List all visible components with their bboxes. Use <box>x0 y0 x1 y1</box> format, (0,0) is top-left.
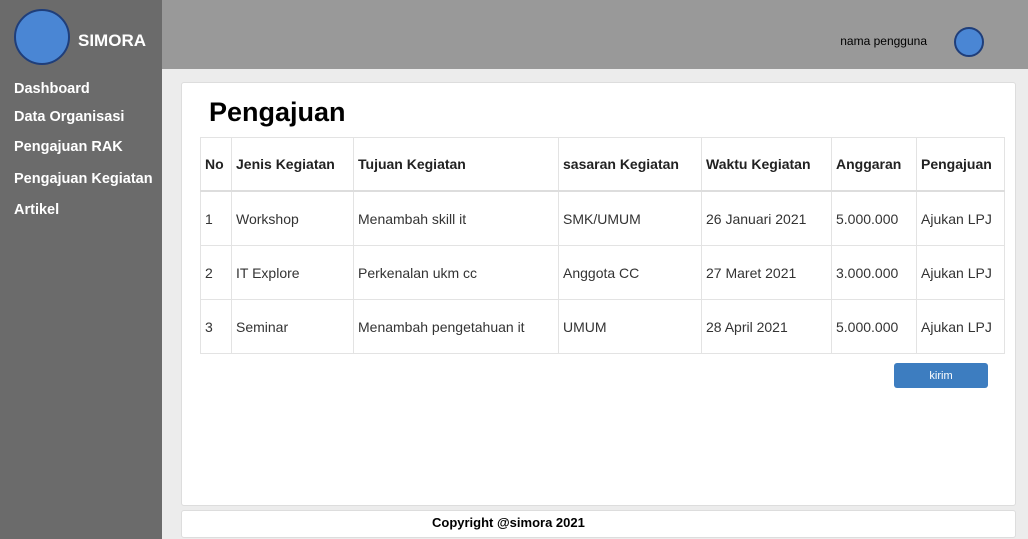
sidebar-item-dashboard[interactable]: Dashboard <box>14 81 90 97</box>
sidebar-item-artikel[interactable]: Artikel <box>14 202 59 218</box>
sidebar-item-data-organisasi[interactable]: Data Organisasi <box>14 109 124 125</box>
cell-tujuan-kegiatan: Menambah skill it <box>353 190 559 246</box>
column-header-waktu-kegiatan: Waktu Kegiatan <box>701 137 832 192</box>
page-title: Pengajuan <box>209 97 346 127</box>
table-row: 3 Seminar Menambah pengetahuan it UMUM 2… <box>200 299 1005 354</box>
table-row: 1 Workshop Menambah skill it SMK/UMUM 26… <box>200 190 1005 246</box>
copyright-text: Copyright @simora 2021 <box>432 515 585 530</box>
app-brand: SIMORA <box>78 31 146 50</box>
column-header-tujuan-kegiatan: Tujuan Kegiatan <box>353 137 559 192</box>
cell-sasaran-kegiatan: Anggota CC <box>558 245 702 300</box>
column-header-anggaran: Anggaran <box>831 137 917 192</box>
cell-tujuan-kegiatan: Perkenalan ukm cc <box>353 245 559 300</box>
logo <box>14 9 70 65</box>
user-name[interactable]: nama pengguna <box>840 34 927 48</box>
cell-pengajuan-link[interactable]: Ajukan LPJ <box>916 299 1005 354</box>
cell-no: 1 <box>200 190 232 246</box>
column-header-jenis-kegiatan: Jenis Kegiatan <box>231 137 354 192</box>
cell-tujuan-kegiatan: Menambah pengetahuan it <box>353 299 559 354</box>
cell-waktu-kegiatan: 28 April 2021 <box>701 299 832 354</box>
sidebar-item-pengajuan-rak[interactable]: Pengajuan RAK <box>14 139 123 155</box>
cell-pengajuan-link[interactable]: Ajukan LPJ <box>916 245 1005 300</box>
cell-jenis-kegiatan: Seminar <box>231 299 354 354</box>
cell-anggaran: 5.000.000 <box>831 190 917 246</box>
cell-no: 3 <box>200 299 232 354</box>
cell-no: 2 <box>200 245 232 300</box>
sidebar: SIMORA Dashboard Data Organisasi Pengaju… <box>0 0 162 539</box>
submit-button[interactable]: kirim <box>894 363 988 388</box>
sidebar-item-pengajuan-kegiatan[interactable]: Pengajuan Kegiatan <box>14 171 153 187</box>
cell-sasaran-kegiatan: SMK/UMUM <box>558 190 702 246</box>
footer: Copyright @simora 2021 <box>181 510 1016 538</box>
cell-pengajuan-link[interactable]: Ajukan LPJ <box>916 190 1005 246</box>
column-header-sasaran-kegiatan: sasaran Kegiatan <box>558 137 702 192</box>
cell-sasaran-kegiatan: UMUM <box>558 299 702 354</box>
table-header-row: No Jenis Kegiatan Tujuan Kegiatan sasara… <box>200 137 1005 192</box>
table-row: 2 IT Explore Perkenalan ukm cc Anggota C… <box>200 245 1005 300</box>
column-header-pengajuan: Pengajuan <box>916 137 1005 192</box>
column-header-no: No <box>200 137 232 192</box>
cell-jenis-kegiatan: IT Explore <box>231 245 354 300</box>
main-card: Pengajuan No Jenis Kegiatan Tujuan Kegia… <box>181 82 1016 506</box>
cell-waktu-kegiatan: 27 Maret 2021 <box>701 245 832 300</box>
cell-jenis-kegiatan: Workshop <box>231 190 354 246</box>
top-bar: nama pengguna <box>162 0 1028 69</box>
user-avatar[interactable] <box>954 27 984 57</box>
submission-table: No Jenis Kegiatan Tujuan Kegiatan sasara… <box>200 137 1005 354</box>
cell-waktu-kegiatan: 26 Januari 2021 <box>701 190 832 246</box>
cell-anggaran: 5.000.000 <box>831 299 917 354</box>
cell-anggaran: 3.000.000 <box>831 245 917 300</box>
